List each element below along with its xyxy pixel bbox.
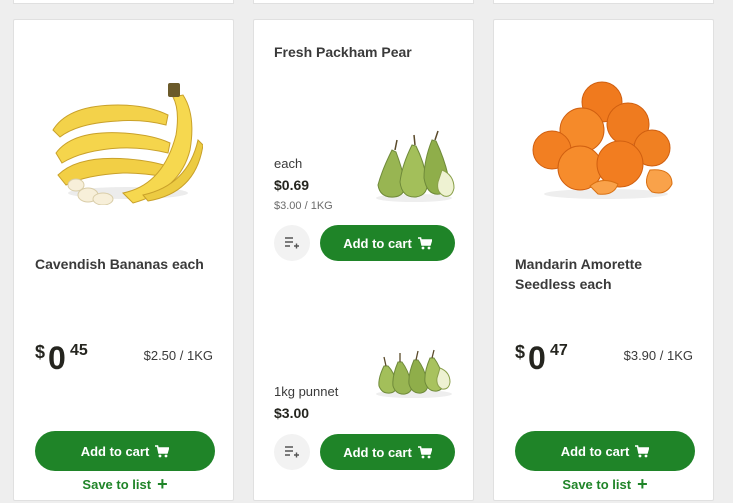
add-to-cart-button[interactable]: Add to cart xyxy=(35,431,215,471)
unit-price: $2.50 / 1KG xyxy=(143,348,213,363)
add-to-cart-button[interactable]: Add to cart xyxy=(515,431,695,471)
add-to-cart-label: Add to cart xyxy=(80,443,150,459)
add-to-list-icon xyxy=(285,237,299,249)
add-to-list-icon xyxy=(285,446,299,458)
previous-row-card-edge xyxy=(13,0,234,4)
product-price: $ 0 45 xyxy=(35,340,115,378)
price-whole: 0 xyxy=(48,340,66,376)
variant-label-punnet: 1kg punnet xyxy=(274,384,339,399)
product-card-pears: Fresh Packham Pear each $0.69 $3.00 / 1K… xyxy=(253,19,474,501)
previous-row-card-edge xyxy=(493,0,714,4)
plus-icon: + xyxy=(157,474,168,494)
product-title[interactable]: Cavendish Bananas each xyxy=(35,254,225,274)
product-card-bananas: Cavendish Bananas each $ 0 45 $2.50 / 1K… xyxy=(13,19,234,501)
unit-price: $3.90 / 1KG xyxy=(623,348,693,363)
cart-icon xyxy=(635,444,650,457)
previous-row-card-edge xyxy=(253,0,474,4)
add-to-list-button[interactable] xyxy=(274,225,310,261)
product-title[interactable]: Mandarin Amorette Seedless each xyxy=(515,254,705,294)
add-to-list-button[interactable] xyxy=(274,434,310,470)
add-to-cart-label: Add to cart xyxy=(560,443,630,459)
add-to-cart-label: Add to cart xyxy=(343,235,412,251)
price-dollar-sign: $ xyxy=(515,342,526,362)
add-to-cart-label: Add to cart xyxy=(343,444,412,460)
price-cents: 47 xyxy=(550,342,568,359)
plus-icon: + xyxy=(637,474,648,494)
price-whole: 0 xyxy=(528,340,546,376)
add-to-cart-button[interactable]: Add to cart xyxy=(320,434,455,470)
save-to-list-label: Save to list xyxy=(82,476,152,492)
pears-punnet-image[interactable] xyxy=(374,348,454,398)
cart-icon xyxy=(155,444,170,457)
variant-label-each: each xyxy=(274,156,303,171)
cart-icon xyxy=(417,445,432,458)
price-cents: 45 xyxy=(70,342,88,359)
product-title[interactable]: Fresh Packham Pear xyxy=(274,42,464,62)
save-to-list-button[interactable]: Save to list + xyxy=(35,474,215,494)
mandarins-image[interactable] xyxy=(532,80,680,200)
price-dollar-sign: $ xyxy=(35,342,46,362)
cart-icon xyxy=(417,236,432,249)
banana-bunch-image[interactable] xyxy=(48,75,203,205)
save-to-list-button[interactable]: Save to list + xyxy=(515,474,695,494)
pears-each-image[interactable] xyxy=(372,130,457,202)
add-to-cart-button[interactable]: Add to cart xyxy=(320,225,455,261)
save-to-list-label: Save to list xyxy=(562,476,632,492)
variant-price-each: $0.69 xyxy=(274,177,310,193)
product-card-mandarins: Mandarin Amorette Seedless each $ 0 47 $… xyxy=(493,19,714,501)
product-price: $ 0 47 xyxy=(515,340,595,378)
variant-price-punnet: $3.00 xyxy=(274,405,310,421)
variant-unit-price-each: $3.00 / 1KG xyxy=(274,200,333,212)
